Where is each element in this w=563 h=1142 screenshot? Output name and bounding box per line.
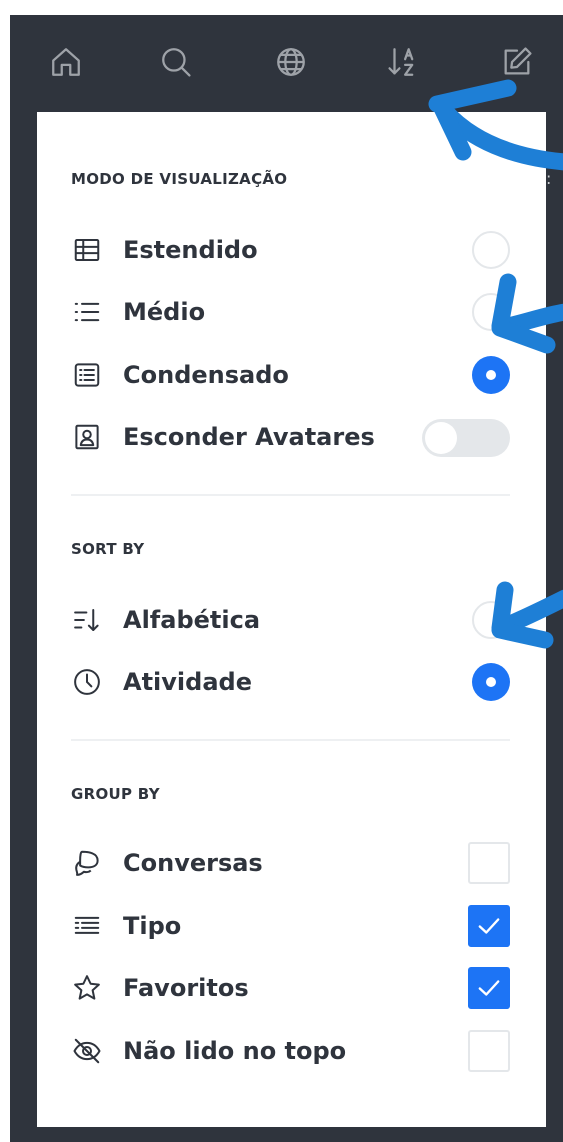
table-list-icon xyxy=(70,233,104,267)
type-list-icon xyxy=(70,909,104,943)
list-icon xyxy=(70,295,104,329)
view-mode-radio-condensed[interactable] xyxy=(472,356,510,394)
check-icon xyxy=(478,918,500,934)
hide-avatars-toggle[interactable] xyxy=(422,419,510,457)
view-mode-option-condensed[interactable]: Condensado xyxy=(70,354,510,396)
group-label-unread-on-top: Não lido no topo xyxy=(123,1037,347,1065)
group-checkbox-discussions[interactable] xyxy=(468,842,510,884)
group-option-type[interactable]: Tipo xyxy=(70,905,510,947)
sort-radio-activity[interactable] xyxy=(472,663,510,701)
sort-by-title: SORT BY xyxy=(71,540,145,558)
group-label-type: Tipo xyxy=(123,912,182,940)
view-mode-label-medium: Médio xyxy=(123,298,206,326)
eye-off-icon xyxy=(70,1034,104,1068)
sort-label-alphabetical: Alfabética xyxy=(123,606,261,634)
sort-option-alphabetical[interactable]: Alfabética xyxy=(70,599,510,641)
section-divider xyxy=(71,494,510,496)
sort-az-icon[interactable] xyxy=(383,42,423,82)
sort-radio-alphabetical[interactable] xyxy=(472,601,510,639)
group-option-unread-on-top[interactable]: Não lido no topo xyxy=(70,1030,510,1072)
check-icon xyxy=(478,980,500,996)
sort-option-activity[interactable]: Atividade xyxy=(70,661,510,703)
group-checkbox-favorites[interactable] xyxy=(468,967,510,1009)
view-mode-title: MODO DE VISUALIZAÇÃO xyxy=(71,170,288,188)
group-checkbox-type[interactable] xyxy=(468,905,510,947)
view-mode-label-extended: Estendido xyxy=(123,236,258,264)
section-divider xyxy=(71,739,510,741)
view-mode-option-extended[interactable]: Estendido xyxy=(70,229,510,271)
star-icon xyxy=(70,971,104,1005)
group-checkbox-unread-on-top[interactable] xyxy=(468,1030,510,1072)
compose-icon[interactable] xyxy=(497,42,537,82)
clock-icon xyxy=(70,665,104,699)
panel-edge-mark: : xyxy=(546,169,552,188)
search-icon[interactable] xyxy=(156,42,196,82)
view-mode-radio-extended[interactable] xyxy=(472,231,510,269)
group-label-discussions: Conversas xyxy=(123,849,263,877)
home-icon[interactable] xyxy=(46,42,86,82)
hide-avatars-label: Esconder Avatares xyxy=(123,423,375,451)
sort-label-activity: Atividade xyxy=(123,668,252,696)
view-mode-radio-medium[interactable] xyxy=(472,293,510,331)
view-mode-option-medium[interactable]: Médio xyxy=(70,291,510,333)
group-option-favorites[interactable]: Favoritos xyxy=(70,967,510,1009)
discussion-icon xyxy=(70,846,104,880)
group-label-favorites: Favoritos xyxy=(123,974,249,1002)
view-mode-label-condensed: Condensado xyxy=(123,361,289,389)
group-option-discussions[interactable]: Conversas xyxy=(70,842,510,884)
condensed-list-icon xyxy=(70,358,104,392)
avatar-icon xyxy=(70,420,104,454)
hide-avatars-option[interactable]: Esconder Avatares xyxy=(70,416,510,458)
globe-icon[interactable] xyxy=(271,42,311,82)
sort-alpha-icon xyxy=(70,603,104,637)
group-by-title: GROUP BY xyxy=(71,785,160,803)
